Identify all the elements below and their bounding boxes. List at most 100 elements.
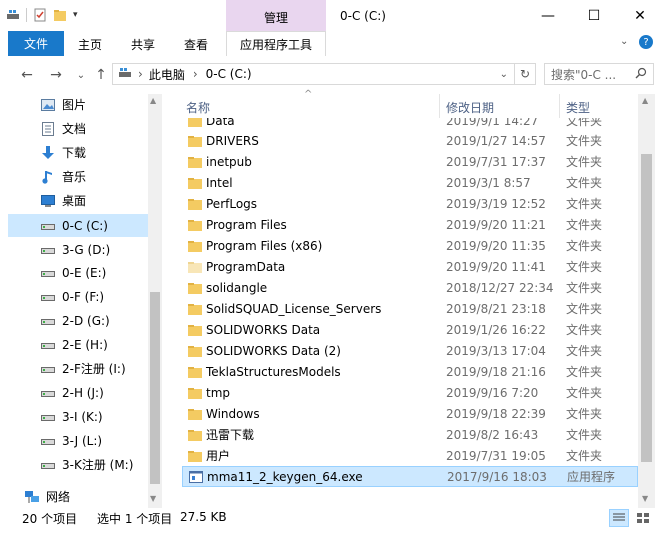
- selected-count: 选中 1 个项目: [97, 512, 173, 526]
- file-type: 文件夹: [566, 218, 603, 232]
- sidebar-item[interactable]: 图片: [8, 93, 148, 116]
- column-date-header[interactable]: 修改日期: [446, 99, 494, 116]
- up-button[interactable]: ↑: [92, 66, 110, 84]
- file-row[interactable]: DRIVERS 2019/1/27 14:57 文件夹: [182, 130, 638, 151]
- file-date: 2019/7/31 17:37: [446, 154, 546, 169]
- new-folder-icon[interactable]: [53, 8, 67, 22]
- search-icon[interactable]: [635, 67, 647, 82]
- tab-view[interactable]: 查看: [184, 36, 208, 53]
- folder-icon: [188, 345, 202, 357]
- file-name: Intel: [206, 175, 233, 190]
- file-row[interactable]: SOLIDWORKS Data (2) 2019/3/13 17:04 文件夹: [182, 340, 638, 361]
- file-type: 文件夹: [566, 176, 603, 190]
- file-row[interactable]: mma11_2_keygen_64.exe 2017/9/16 18:03 应用程序: [182, 466, 638, 487]
- pictures-icon: [40, 98, 56, 112]
- folder-icon: [188, 282, 202, 294]
- scroll-down-icon[interactable]: ▼: [642, 494, 648, 503]
- file-row[interactable]: Program Files 2019/9/20 11:21 文件夹: [182, 214, 638, 235]
- tab-home[interactable]: 主页: [78, 36, 102, 53]
- column-name-header[interactable]: 名称: [186, 99, 210, 116]
- file-row[interactable]: solidangle 2018/12/27 22:34 文件夹: [182, 277, 638, 298]
- column-separator[interactable]: [559, 94, 560, 118]
- address-dropdown-icon[interactable]: ⌄: [500, 69, 508, 80]
- file-date: 2019/9/20 11:35: [446, 238, 546, 253]
- details-view-icon: [613, 513, 625, 521]
- selected-size: 27.5 KB: [180, 510, 227, 524]
- file-date: 2019/3/1 8:57: [446, 175, 531, 190]
- search-box[interactable]: 搜索"0-C ...: [544, 63, 654, 85]
- file-name: solidangle: [206, 280, 268, 295]
- file-date: 2018/12/27 22:34: [446, 280, 554, 295]
- file-name: PerfLogs: [206, 196, 258, 211]
- column-type-header[interactable]: 类型: [566, 99, 590, 116]
- file-type: 文件夹: [566, 365, 603, 379]
- file-type: 文件夹: [566, 118, 603, 128]
- folder-icon: [188, 366, 202, 378]
- tab-file[interactable]: 文件: [8, 31, 64, 56]
- network-icon: [24, 490, 40, 504]
- file-row[interactable]: Windows 2019/9/18 22:39 文件夹: [182, 403, 638, 424]
- file-row[interactable]: SOLIDWORKS Data 2019/1/26 16:22 文件夹: [182, 319, 638, 340]
- folder-icon: [188, 303, 202, 315]
- scroll-up-icon[interactable]: ▲: [642, 96, 648, 105]
- sort-arrow-icon: ^: [304, 89, 313, 100]
- file-name: 迅雷下载: [206, 428, 255, 442]
- address-bar[interactable]: › 此电脑 › 0-C (C:) ⌄ ↻: [112, 63, 536, 85]
- breadcrumb-separator: ›: [138, 67, 143, 81]
- file-row[interactable]: Program Files (x86) 2019/9/20 11:35 文件夹: [182, 235, 638, 256]
- file-list-scroll-thumb[interactable]: [641, 154, 652, 462]
- file-date: 2019/9/1 14:27: [446, 118, 539, 128]
- tab-share[interactable]: 共享: [131, 36, 155, 53]
- file-row[interactable]: SolidSQUAD_License_Servers 2019/8/21 23:1…: [182, 298, 638, 319]
- file-row[interactable]: PerfLogs 2019/3/19 12:52 文件夹: [182, 193, 638, 214]
- help-icon[interactable]: ?: [639, 35, 653, 49]
- tab-application-tools[interactable]: 应用程序工具: [226, 31, 326, 56]
- file-date: 2019/3/13 17:04: [446, 343, 546, 358]
- search-input[interactable]: 搜索"0-C ...: [551, 66, 616, 83]
- file-name: tmp: [206, 385, 231, 400]
- file-list-footer: [162, 492, 638, 508]
- close-button[interactable]: ✕: [617, 0, 663, 31]
- file-type: 文件夹: [566, 428, 603, 442]
- file-date: 2019/8/21 23:18: [446, 301, 546, 316]
- application-icon: [189, 470, 203, 483]
- file-row[interactable]: ProgramData 2019/9/20 11:41 文件夹: [182, 256, 638, 277]
- ribbon-expand-icon[interactable]: ⌄: [620, 36, 628, 47]
- file-row[interactable]: 迅雷下载 2019/8/2 16:43 文件夹: [182, 424, 638, 445]
- file-name: ProgramData: [206, 259, 286, 274]
- minimize-button[interactable]: —: [525, 0, 571, 31]
- folder-icon: [188, 219, 202, 231]
- manage-context-label[interactable]: 管理: [226, 9, 326, 26]
- drive-icon[interactable]: [6, 8, 20, 22]
- maximize-button[interactable]: ☐: [571, 0, 617, 31]
- file-row[interactable]: tmp 2019/9/16 7:20 文件夹: [182, 382, 638, 403]
- forward-button[interactable]: →: [47, 66, 65, 84]
- large-icons-view-button[interactable]: [633, 509, 653, 527]
- file-row[interactable]: 用户 2019/7/31 19:05 文件夹: [182, 445, 638, 466]
- back-button[interactable]: ←: [18, 66, 36, 84]
- breadcrumb-this-pc[interactable]: 此电脑: [149, 66, 185, 83]
- properties-icon[interactable]: [33, 8, 47, 22]
- details-view-button[interactable]: [609, 509, 629, 527]
- file-name: 用户: [206, 449, 231, 463]
- column-separator[interactable]: [439, 94, 440, 118]
- scroll-up-icon[interactable]: ▲: [150, 96, 156, 105]
- file-name: Program Files: [206, 217, 287, 232]
- file-date: 2019/8/2 16:43: [446, 427, 539, 442]
- refresh-icon[interactable]: ↻: [515, 67, 535, 81]
- file-date: 2019/9/20 11:21: [446, 217, 546, 232]
- recent-locations-button[interactable]: ⌄: [72, 66, 90, 84]
- divider: [26, 8, 27, 22]
- file-name: Windows: [206, 406, 260, 421]
- file-row[interactable]: Intel 2019/3/1 8:57 文件夹: [182, 172, 638, 193]
- file-date: 2019/9/18 22:39: [446, 406, 546, 421]
- customize-qat-icon[interactable]: ▾: [73, 10, 78, 20]
- file-row[interactable]: inetpub 2019/7/31 17:37 文件夹: [182, 151, 638, 172]
- scroll-down-icon[interactable]: ▼: [150, 494, 156, 503]
- file-type: 文件夹: [566, 239, 603, 253]
- file-name: SOLIDWORKS Data: [206, 322, 321, 337]
- breadcrumb-separator: ›: [192, 67, 198, 81]
- file-row[interactable]: TeklaStructuresModels 2019/9/18 21:16 文件夹: [182, 361, 638, 382]
- folder-icon: [188, 408, 202, 420]
- breadcrumb-drive[interactable]: 0-C (C:): [206, 67, 252, 81]
